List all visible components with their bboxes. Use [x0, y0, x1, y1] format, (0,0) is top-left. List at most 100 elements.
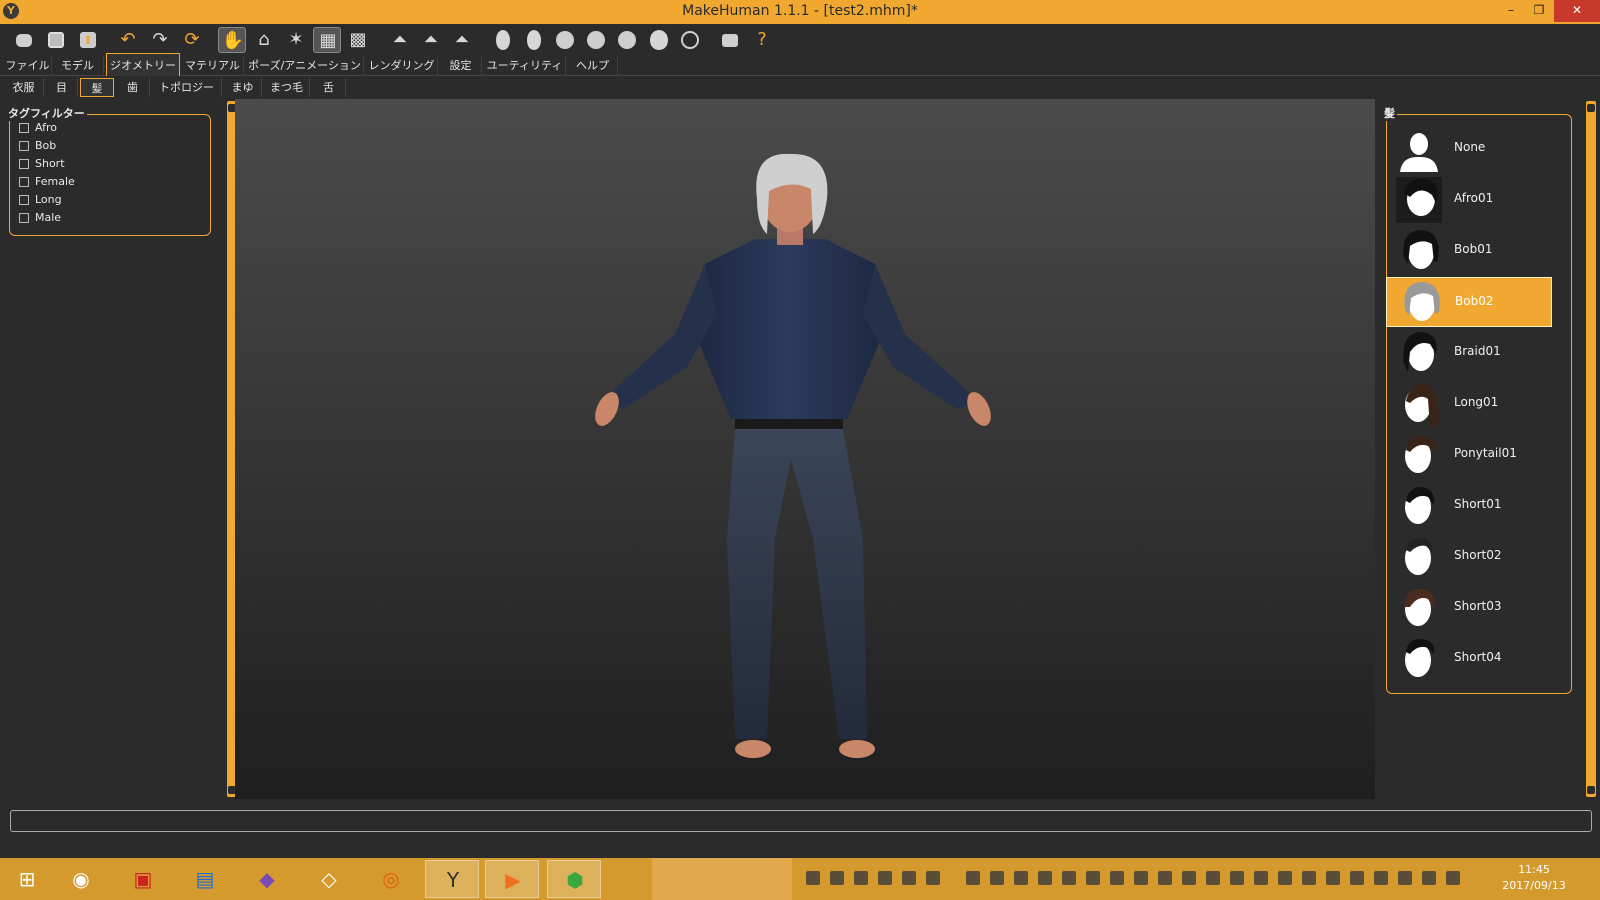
symmetry-button[interactable]: ⏶: [448, 27, 476, 53]
hair-item-long01[interactable]: Long01: [1386, 379, 1552, 429]
new-button[interactable]: [10, 27, 38, 53]
tray-icon[interactable]: [966, 871, 980, 885]
taskbar-app-makehuman[interactable]: Y: [425, 860, 479, 898]
bottom-view-button[interactable]: [645, 27, 673, 53]
subtab-eyelashes[interactable]: まつ毛: [264, 78, 310, 97]
taskbar-clock[interactable]: 11:45 2017/09/13: [1494, 862, 1574, 894]
wireframe-button[interactable]: ⌂: [250, 27, 278, 53]
flag-icon[interactable]: [1398, 871, 1412, 885]
back-view-button[interactable]: [520, 27, 548, 53]
subtab-topology[interactable]: トポロジー: [152, 78, 222, 97]
hair-item-braid01[interactable]: Braid01: [1386, 328, 1552, 378]
tray-icon[interactable]: [1086, 871, 1100, 885]
undo-button[interactable]: ↶: [114, 27, 142, 53]
bluetooth-icon[interactable]: [1014, 871, 1028, 885]
tray-icon[interactable]: [1134, 871, 1148, 885]
hair-item-bob01[interactable]: Bob01: [1386, 226, 1552, 276]
3d-viewport[interactable]: [235, 99, 1375, 799]
minimize-button[interactable]: –: [1496, 0, 1526, 22]
export-button[interactable]: ⬆: [74, 27, 102, 53]
network-icon[interactable]: [1374, 871, 1388, 885]
tray-icon[interactable]: [902, 871, 916, 885]
subtab-teeth[interactable]: 歯: [116, 78, 150, 97]
volume-icon[interactable]: [990, 871, 1004, 885]
subtab-eyebrows[interactable]: まゆ: [224, 78, 262, 97]
reset-button[interactable]: ⟳: [178, 27, 206, 53]
hair-item-none[interactable]: None: [1386, 124, 1552, 174]
tray-icon[interactable]: [1062, 871, 1076, 885]
redo-button[interactable]: ↷: [146, 27, 174, 53]
tray-icon[interactable]: [1278, 871, 1292, 885]
tab-file[interactable]: ファイル: [4, 56, 52, 76]
restore-button[interactable]: ❐: [1524, 0, 1554, 22]
hair-item-ponytail01[interactable]: Ponytail01: [1386, 430, 1552, 480]
tray-icon[interactable]: [1302, 871, 1316, 885]
tray-icon[interactable]: [854, 871, 868, 885]
close-button[interactable]: ✕: [1554, 0, 1600, 22]
tag-checkbox[interactable]: [19, 177, 29, 187]
subtab-eyes[interactable]: 目: [46, 78, 78, 97]
background-button[interactable]: ▩: [344, 27, 372, 53]
pose-button[interactable]: ✶: [282, 27, 310, 53]
tray-icon[interactable]: [806, 871, 820, 885]
save-button[interactable]: [42, 27, 70, 53]
tray-icon[interactable]: [1038, 871, 1052, 885]
tag-checkbox[interactable]: [19, 159, 29, 169]
battery-icon[interactable]: [1422, 871, 1436, 885]
tray-icon[interactable]: [1326, 871, 1340, 885]
tray-icon[interactable]: [1182, 871, 1196, 885]
taskbar-app-blue[interactable]: ▤: [178, 860, 232, 898]
subtab-clothes[interactable]: 衣服: [4, 78, 44, 97]
right-view-button[interactable]: [582, 27, 610, 53]
tray-icon[interactable]: [1158, 871, 1172, 885]
hair-item-short01[interactable]: Short01: [1386, 481, 1552, 531]
tab-pose-animation[interactable]: ポーズ/アニメーション: [246, 56, 364, 76]
taskbar-app-paint[interactable]: ▣: [116, 860, 170, 898]
smooth-button[interactable]: ✋: [218, 27, 246, 53]
hair-item-short03[interactable]: Short03: [1386, 583, 1552, 633]
tray-icon[interactable]: [1206, 871, 1220, 885]
subtab-hair[interactable]: 髪: [80, 78, 114, 97]
tray-icon[interactable]: [830, 871, 844, 885]
tab-utilities[interactable]: ユーティリティ: [484, 56, 566, 76]
taskbar-app-speaker[interactable]: ◉: [54, 860, 108, 898]
front-view-button[interactable]: [489, 27, 517, 53]
tag-checkbox[interactable]: [19, 123, 29, 133]
tab-help[interactable]: ヘルプ: [568, 56, 618, 76]
symmetry-left-button[interactable]: ⏶: [417, 27, 445, 53]
tray-icon[interactable]: [878, 871, 892, 885]
help-button[interactable]: ?: [748, 27, 776, 53]
taskbar-app-visual-studio[interactable]: ◆: [240, 860, 294, 898]
tab-model[interactable]: モデル: [52, 56, 104, 76]
ime-input-area[interactable]: [652, 858, 792, 900]
tab-rendering[interactable]: レンダリング: [366, 56, 438, 76]
start-button[interactable]: ⊞: [0, 860, 54, 898]
signal-icon[interactable]: [1446, 871, 1460, 885]
hair-item-short02[interactable]: Short02: [1386, 532, 1552, 582]
hair-item-bob02[interactable]: Bob02: [1386, 277, 1552, 327]
tray-icon[interactable]: [1110, 871, 1124, 885]
hair-item-afro01[interactable]: Afro01: [1386, 175, 1552, 225]
taskbar-app-media-player[interactable]: ▶: [485, 860, 539, 898]
top-view-button[interactable]: [613, 27, 641, 53]
taskbar-app-unity[interactable]: ◇: [302, 860, 356, 898]
right-panel-scrollbar[interactable]: [1586, 101, 1596, 797]
reset-camera-button[interactable]: [676, 27, 704, 53]
screenshot-button[interactable]: [716, 27, 744, 53]
tab-material[interactable]: マテリアル: [182, 56, 244, 76]
left-view-button[interactable]: [551, 27, 579, 53]
taskbar-app-green[interactable]: ⬢: [547, 860, 601, 898]
symmetry-right-button[interactable]: ⏶: [386, 27, 414, 53]
cloud-icon[interactable]: [1350, 871, 1364, 885]
tab-geometry[interactable]: ジオメトリー: [106, 53, 180, 76]
tag-checkbox[interactable]: [19, 213, 29, 223]
taskbar-app-blender[interactable]: ◎: [364, 860, 418, 898]
subtab-tongue[interactable]: 舌: [312, 78, 346, 97]
hair-item-short04[interactable]: Short04: [1386, 634, 1552, 684]
tag-checkbox[interactable]: [19, 195, 29, 205]
tag-checkbox[interactable]: [19, 141, 29, 151]
tab-settings[interactable]: 設定: [440, 56, 482, 76]
tray-icon[interactable]: [926, 871, 940, 885]
tray-icon[interactable]: [1230, 871, 1244, 885]
tray-icon[interactable]: [1254, 871, 1268, 885]
